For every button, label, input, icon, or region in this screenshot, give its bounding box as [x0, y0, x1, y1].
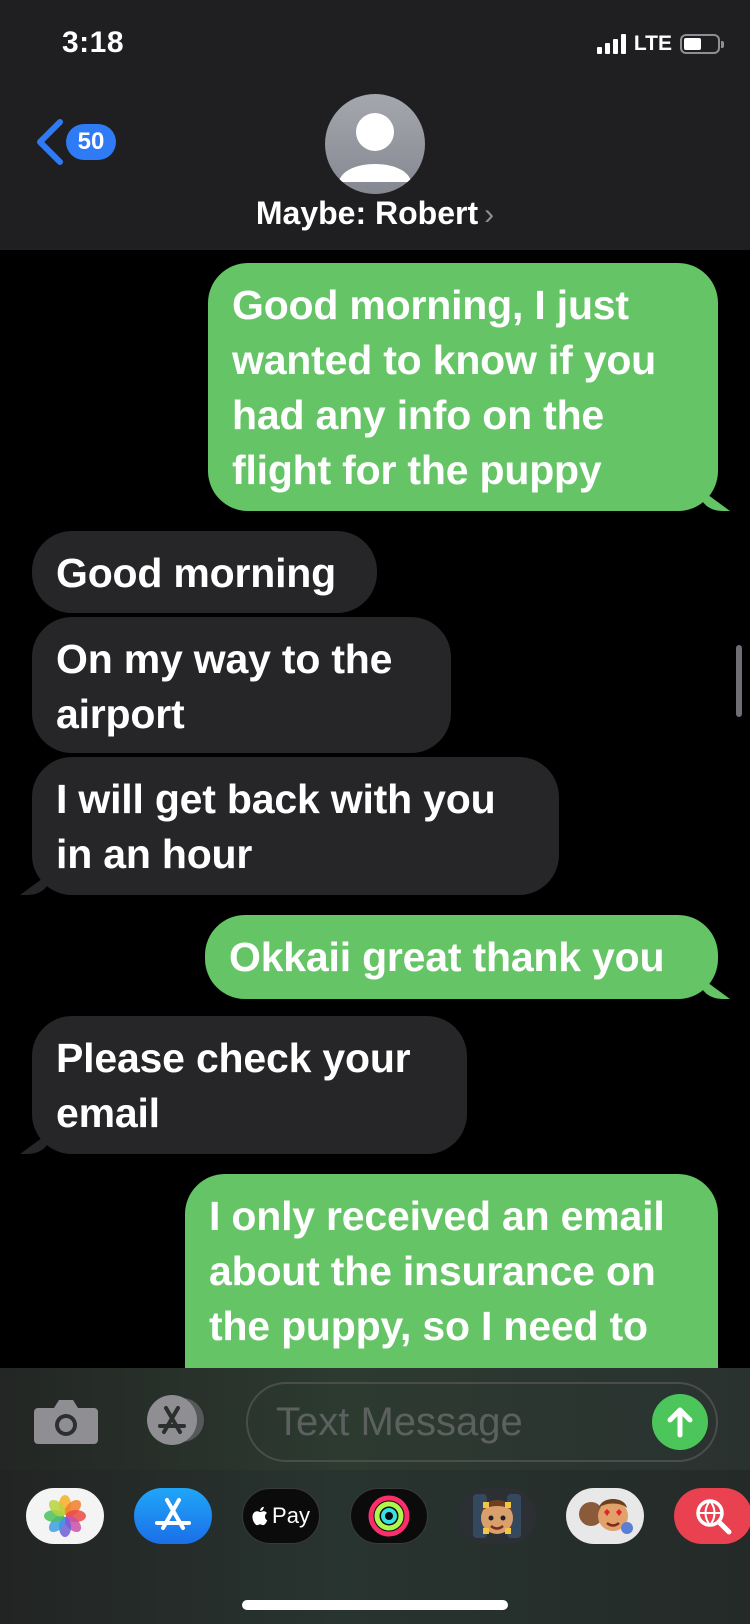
apple-pay-app-icon[interactable]: Pay [242, 1488, 320, 1544]
person-icon [339, 113, 411, 182]
message-bubble-sent[interactable]: Good morning, I just wanted to know if y… [208, 263, 718, 511]
activity-rings-icon [368, 1495, 410, 1537]
unread-count-badge: 50 [66, 124, 116, 160]
photos-icon [44, 1495, 86, 1537]
apple-logo-icon [252, 1506, 268, 1526]
arrow-up-icon [667, 1407, 693, 1438]
fitness-app-icon[interactable] [350, 1488, 428, 1544]
text-message-field[interactable] [246, 1382, 718, 1462]
apple-pay-label: Pay [272, 1503, 310, 1528]
chevron-left-icon [37, 119, 63, 165]
message-bubble-sent[interactable]: Okkaii great thank you [205, 915, 718, 999]
image-search-app-icon[interactable] [674, 1488, 750, 1544]
app-drawer: Pay [0, 1470, 750, 1624]
contact-avatar[interactable] [325, 94, 425, 194]
back-button[interactable]: 50 [30, 118, 116, 166]
globe-search-icon [696, 1499, 732, 1535]
message-composer [0, 1368, 750, 1470]
send-button[interactable] [652, 1394, 708, 1450]
photos-app-icon[interactable] [26, 1488, 104, 1544]
battery-icon [680, 34, 724, 54]
contact-name-button[interactable]: Maybe: Robert › [0, 195, 750, 232]
scroll-indicator[interactable] [736, 645, 742, 717]
home-indicator[interactable] [242, 1600, 508, 1610]
app-store-glyph-icon [155, 1498, 191, 1530]
message-bubble-received[interactable]: Please check your email [32, 1016, 467, 1154]
memoji-app-icon[interactable] [458, 1488, 536, 1544]
message-bubble-received[interactable]: Good morning [32, 531, 377, 613]
chevron-right-icon: › [484, 198, 495, 231]
signal-icon [596, 34, 626, 54]
app-store-icon[interactable] [138, 1394, 212, 1446]
memoji-face-icon [473, 1494, 521, 1538]
app-store-app-icon[interactable] [134, 1488, 212, 1544]
message-bubble-received[interactable]: I will get back with you in an hour [32, 757, 559, 895]
status-indicators: LTE [596, 32, 724, 56]
text-message-input[interactable] [274, 1398, 638, 1446]
camera-icon[interactable] [34, 1396, 98, 1446]
conversation-header: 3:18 LTE 50 Maybe: Robert › [0, 0, 750, 250]
memoji-stickers-icon [579, 1499, 633, 1534]
message-bubble-received[interactable]: On my way to the airport [32, 617, 451, 753]
status-time: 3:18 [62, 26, 125, 59]
contact-name: Maybe: Robert [255, 195, 479, 231]
memoji-stickers-app-icon[interactable] [566, 1488, 644, 1544]
network-label: LTE [633, 32, 672, 55]
